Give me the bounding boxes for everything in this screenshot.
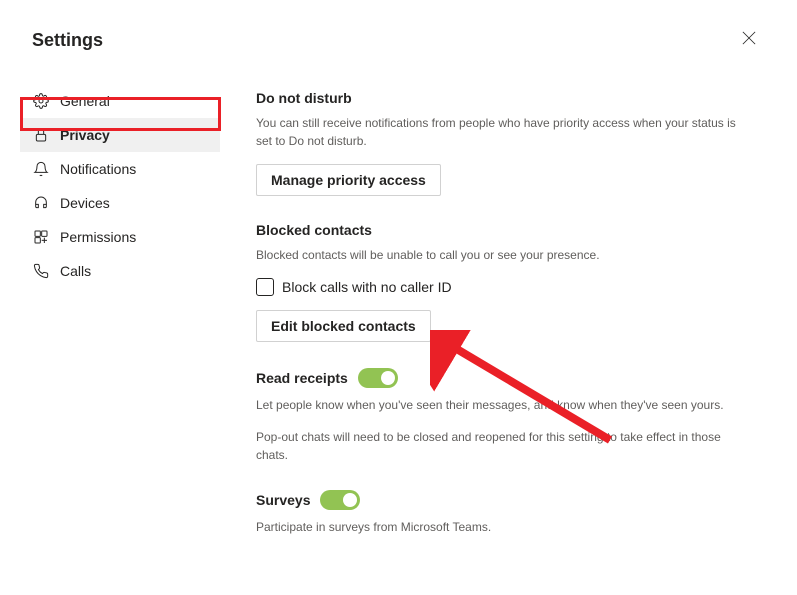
sidebar-item-devices[interactable]: Devices (20, 186, 220, 220)
sidebar-item-label: Devices (60, 195, 110, 211)
dnd-title: Do not disturb (256, 90, 737, 106)
manage-priority-button[interactable]: Manage priority access (256, 164, 441, 196)
bell-icon (32, 160, 50, 178)
settings-main: Do not disturb You can still receive not… (220, 72, 777, 582)
surveys-section: Surveys Participate in surveys from Micr… (256, 490, 737, 536)
dnd-desc: You can still receive notifications from… (256, 114, 737, 150)
block-no-caller-id-row[interactable]: Block calls with no caller ID (256, 278, 737, 296)
receipts-section: Read receipts Let people know when you'v… (256, 368, 737, 464)
block-no-caller-id-checkbox[interactable] (256, 278, 274, 296)
sidebar-item-label: Calls (60, 263, 91, 279)
checkbox-label: Block calls with no caller ID (282, 279, 452, 295)
permissions-icon (32, 228, 50, 246)
settings-sidebar: General Privacy Notifications Devices (20, 72, 220, 582)
receipts-desc2: Pop-out chats will need to be closed and… (256, 428, 737, 464)
receipts-desc: Let people know when you've seen their m… (256, 396, 737, 414)
sidebar-item-label: Notifications (60, 161, 136, 177)
read-receipts-toggle[interactable] (358, 368, 398, 388)
settings-header: Settings (0, 0, 797, 72)
close-icon (742, 31, 756, 50)
surveys-toggle[interactable] (320, 490, 360, 510)
blocked-title: Blocked contacts (256, 222, 737, 238)
page-title: Settings (32, 30, 103, 51)
sidebar-item-calls[interactable]: Calls (20, 254, 220, 288)
receipts-title: Read receipts (256, 370, 348, 386)
sidebar-item-permissions[interactable]: Permissions (20, 220, 220, 254)
edit-blocked-button[interactable]: Edit blocked contacts (256, 310, 431, 342)
blocked-desc: Blocked contacts will be unable to call … (256, 246, 737, 264)
close-button[interactable] (733, 24, 765, 56)
phone-icon (32, 262, 50, 280)
surveys-desc: Participate in surveys from Microsoft Te… (256, 518, 737, 536)
surveys-title: Surveys (256, 492, 310, 508)
headset-icon (32, 194, 50, 212)
blocked-section: Blocked contacts Blocked contacts will b… (256, 222, 737, 342)
sidebar-item-privacy[interactable]: Privacy (20, 118, 220, 152)
sidebar-item-general[interactable]: General (20, 84, 220, 118)
sidebar-item-notifications[interactable]: Notifications (20, 152, 220, 186)
lock-icon (32, 126, 50, 144)
sidebar-item-label: General (60, 93, 110, 109)
sidebar-item-label: Permissions (60, 229, 136, 245)
dnd-section: Do not disturb You can still receive not… (256, 90, 737, 196)
gear-icon (32, 92, 50, 110)
sidebar-item-label: Privacy (60, 127, 110, 143)
